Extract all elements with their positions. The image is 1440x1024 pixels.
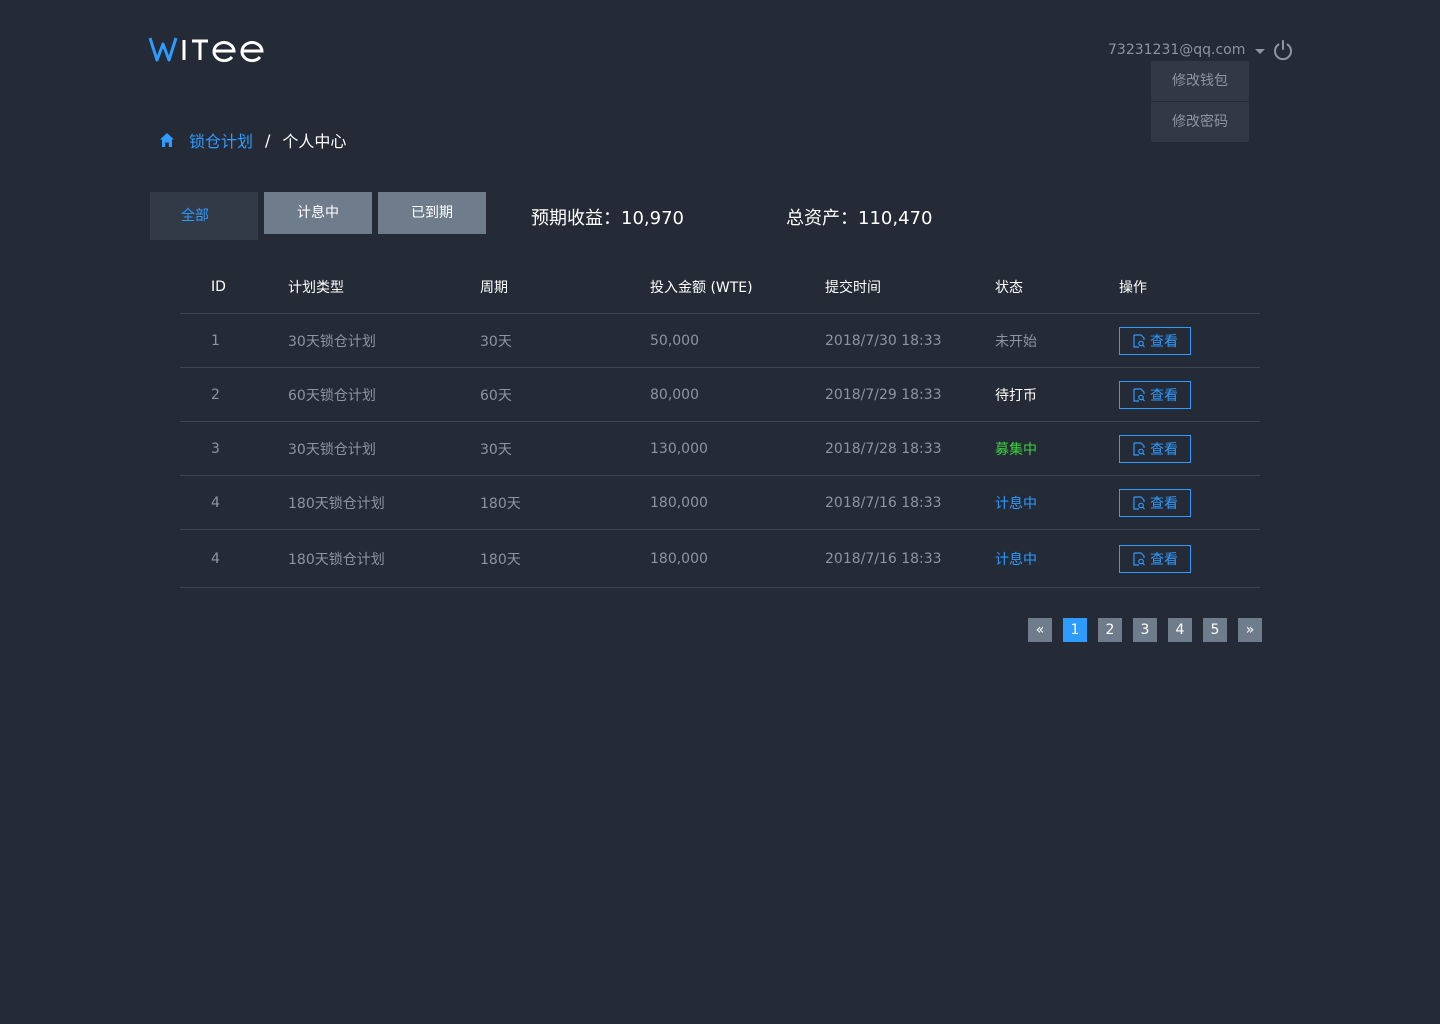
view-button[interactable]: 查看 [1119, 380, 1191, 409]
view-button[interactable]: 查看 [1119, 434, 1191, 463]
total-assets-label: 总资产： [786, 208, 858, 229]
expected-earnings-value: 10,970 [621, 208, 684, 229]
status-badge: 未开始 [995, 333, 1037, 350]
header-id: ID [211, 278, 226, 295]
view-button-label: 查看 [1150, 441, 1178, 458]
total-assets-value: 110,470 [858, 208, 933, 229]
header-action: 操作 [1119, 279, 1147, 296]
breadcrumb-link[interactable]: 锁仓计划 [189, 128, 253, 152]
document-search-icon [1133, 551, 1145, 566]
pagination-page-3[interactable]: 3 [1133, 618, 1157, 642]
cell-period: 30天 [480, 441, 512, 458]
cell-period: 180天 [480, 495, 521, 512]
cell-time: 2018/7/29 18:33 [825, 386, 942, 403]
cell-id: 4 [211, 494, 220, 511]
cell-id: 3 [211, 440, 220, 457]
menu-item-change-wallet[interactable]: 修改钱包 [1151, 61, 1249, 101]
table-row: 3 30天锁仓计划 30天 130,000 2018/7/28 18:33 募集… [180, 422, 1260, 476]
header-amount: 投入金额 (WTE) [650, 279, 753, 296]
user-email: 73231231@qq.com [1108, 42, 1246, 58]
cell-amount: 130,000 [650, 440, 708, 457]
cell-period: 180天 [480, 551, 521, 568]
status-badge: 计息中 [995, 551, 1037, 568]
table-row: 1 30天锁仓计划 30天 50,000 2018/7/30 18:33 未开始… [180, 314, 1260, 368]
chevron-down-icon [1255, 48, 1266, 54]
tab-accruing[interactable]: 计息中 [264, 192, 372, 234]
cell-type: 180天锁仓计划 [288, 551, 385, 568]
tab-all[interactable]: 全部 [150, 192, 258, 240]
cell-id: 4 [211, 550, 220, 567]
cell-period: 30天 [480, 333, 512, 350]
cell-time: 2018/7/28 18:33 [825, 440, 942, 457]
pagination-page-4[interactable]: 4 [1168, 618, 1192, 642]
pagination-prev[interactable]: « [1028, 618, 1052, 642]
pagination-next[interactable]: » [1238, 618, 1262, 642]
cell-type: 180天锁仓计划 [288, 495, 385, 512]
cell-type: 30天锁仓计划 [288, 333, 376, 350]
table-row: 4 180天锁仓计划 180天 180,000 2018/7/16 18:33 … [180, 530, 1260, 588]
user-menu[interactable]: 73231231@qq.com [1108, 42, 1266, 58]
pagination-page-2[interactable]: 2 [1098, 618, 1122, 642]
cell-id: 2 [211, 386, 220, 403]
breadcrumb: 锁仓计划 / 个人中心 [159, 128, 346, 152]
cell-amount: 80,000 [650, 386, 699, 403]
view-button-label: 查看 [1150, 551, 1178, 568]
document-search-icon [1133, 495, 1145, 510]
total-assets: 总资产：110,470 [786, 204, 932, 230]
document-search-icon [1133, 333, 1145, 348]
cell-amount: 180,000 [650, 494, 708, 511]
table-row: 4 180天锁仓计划 180天 180,000 2018/7/16 18:33 … [180, 476, 1260, 530]
pagination-page-5[interactable]: 5 [1203, 618, 1227, 642]
cell-amount: 50,000 [650, 332, 699, 349]
cell-id: 1 [211, 332, 220, 349]
cell-period: 60天 [480, 387, 512, 404]
power-icon[interactable] [1272, 39, 1294, 61]
table-header: ID 计划类型 周期 投入金额 (WTE) 提交时间 状态 操作 [180, 260, 1260, 314]
cell-type: 60天锁仓计划 [288, 387, 376, 404]
user-dropdown: 修改钱包 修改密码 [1151, 61, 1249, 142]
view-button[interactable]: 查看 [1119, 544, 1191, 573]
expected-earnings: 预期收益：10,970 [531, 204, 684, 230]
status-badge: 计息中 [995, 495, 1037, 512]
view-button[interactable]: 查看 [1119, 326, 1191, 355]
home-icon[interactable] [159, 132, 175, 148]
pagination: « 1 2 3 4 5 » [1028, 618, 1262, 642]
logo[interactable] [148, 34, 268, 64]
breadcrumb-separator: / [265, 130, 271, 150]
header-type: 计划类型 [288, 279, 344, 296]
cell-time: 2018/7/16 18:33 [825, 550, 942, 567]
view-button-label: 查看 [1150, 333, 1178, 350]
cell-time: 2018/7/16 18:33 [825, 494, 942, 511]
tab-expired[interactable]: 已到期 [378, 192, 486, 234]
status-badge: 募集中 [995, 441, 1037, 458]
page: 73231231@qq.com 修改钱包 修改密码 锁仓计划 / 个人中心 全部… [0, 0, 1440, 1024]
expected-earnings-label: 预期收益： [531, 208, 621, 229]
cell-amount: 180,000 [650, 550, 708, 567]
cell-time: 2018/7/30 18:33 [825, 332, 942, 349]
view-button-label: 查看 [1150, 387, 1178, 404]
status-badge: 待打币 [995, 387, 1037, 404]
document-search-icon [1133, 387, 1145, 402]
table-row: 2 60天锁仓计划 60天 80,000 2018/7/29 18:33 待打币… [180, 368, 1260, 422]
view-button[interactable]: 查看 [1119, 488, 1191, 517]
logo-mark [148, 37, 264, 63]
header-status: 状态 [995, 279, 1023, 296]
menu-item-change-password[interactable]: 修改密码 [1151, 102, 1249, 142]
breadcrumb-current: 个人中心 [282, 132, 347, 151]
header-period: 周期 [480, 279, 508, 296]
header-time: 提交时间 [825, 279, 881, 296]
plans-table: ID 计划类型 周期 投入金额 (WTE) 提交时间 状态 操作 1 30天锁仓… [180, 260, 1260, 588]
cell-type: 30天锁仓计划 [288, 441, 376, 458]
document-search-icon [1133, 441, 1145, 456]
view-button-label: 查看 [1150, 495, 1178, 512]
pagination-page-1[interactable]: 1 [1063, 618, 1087, 642]
